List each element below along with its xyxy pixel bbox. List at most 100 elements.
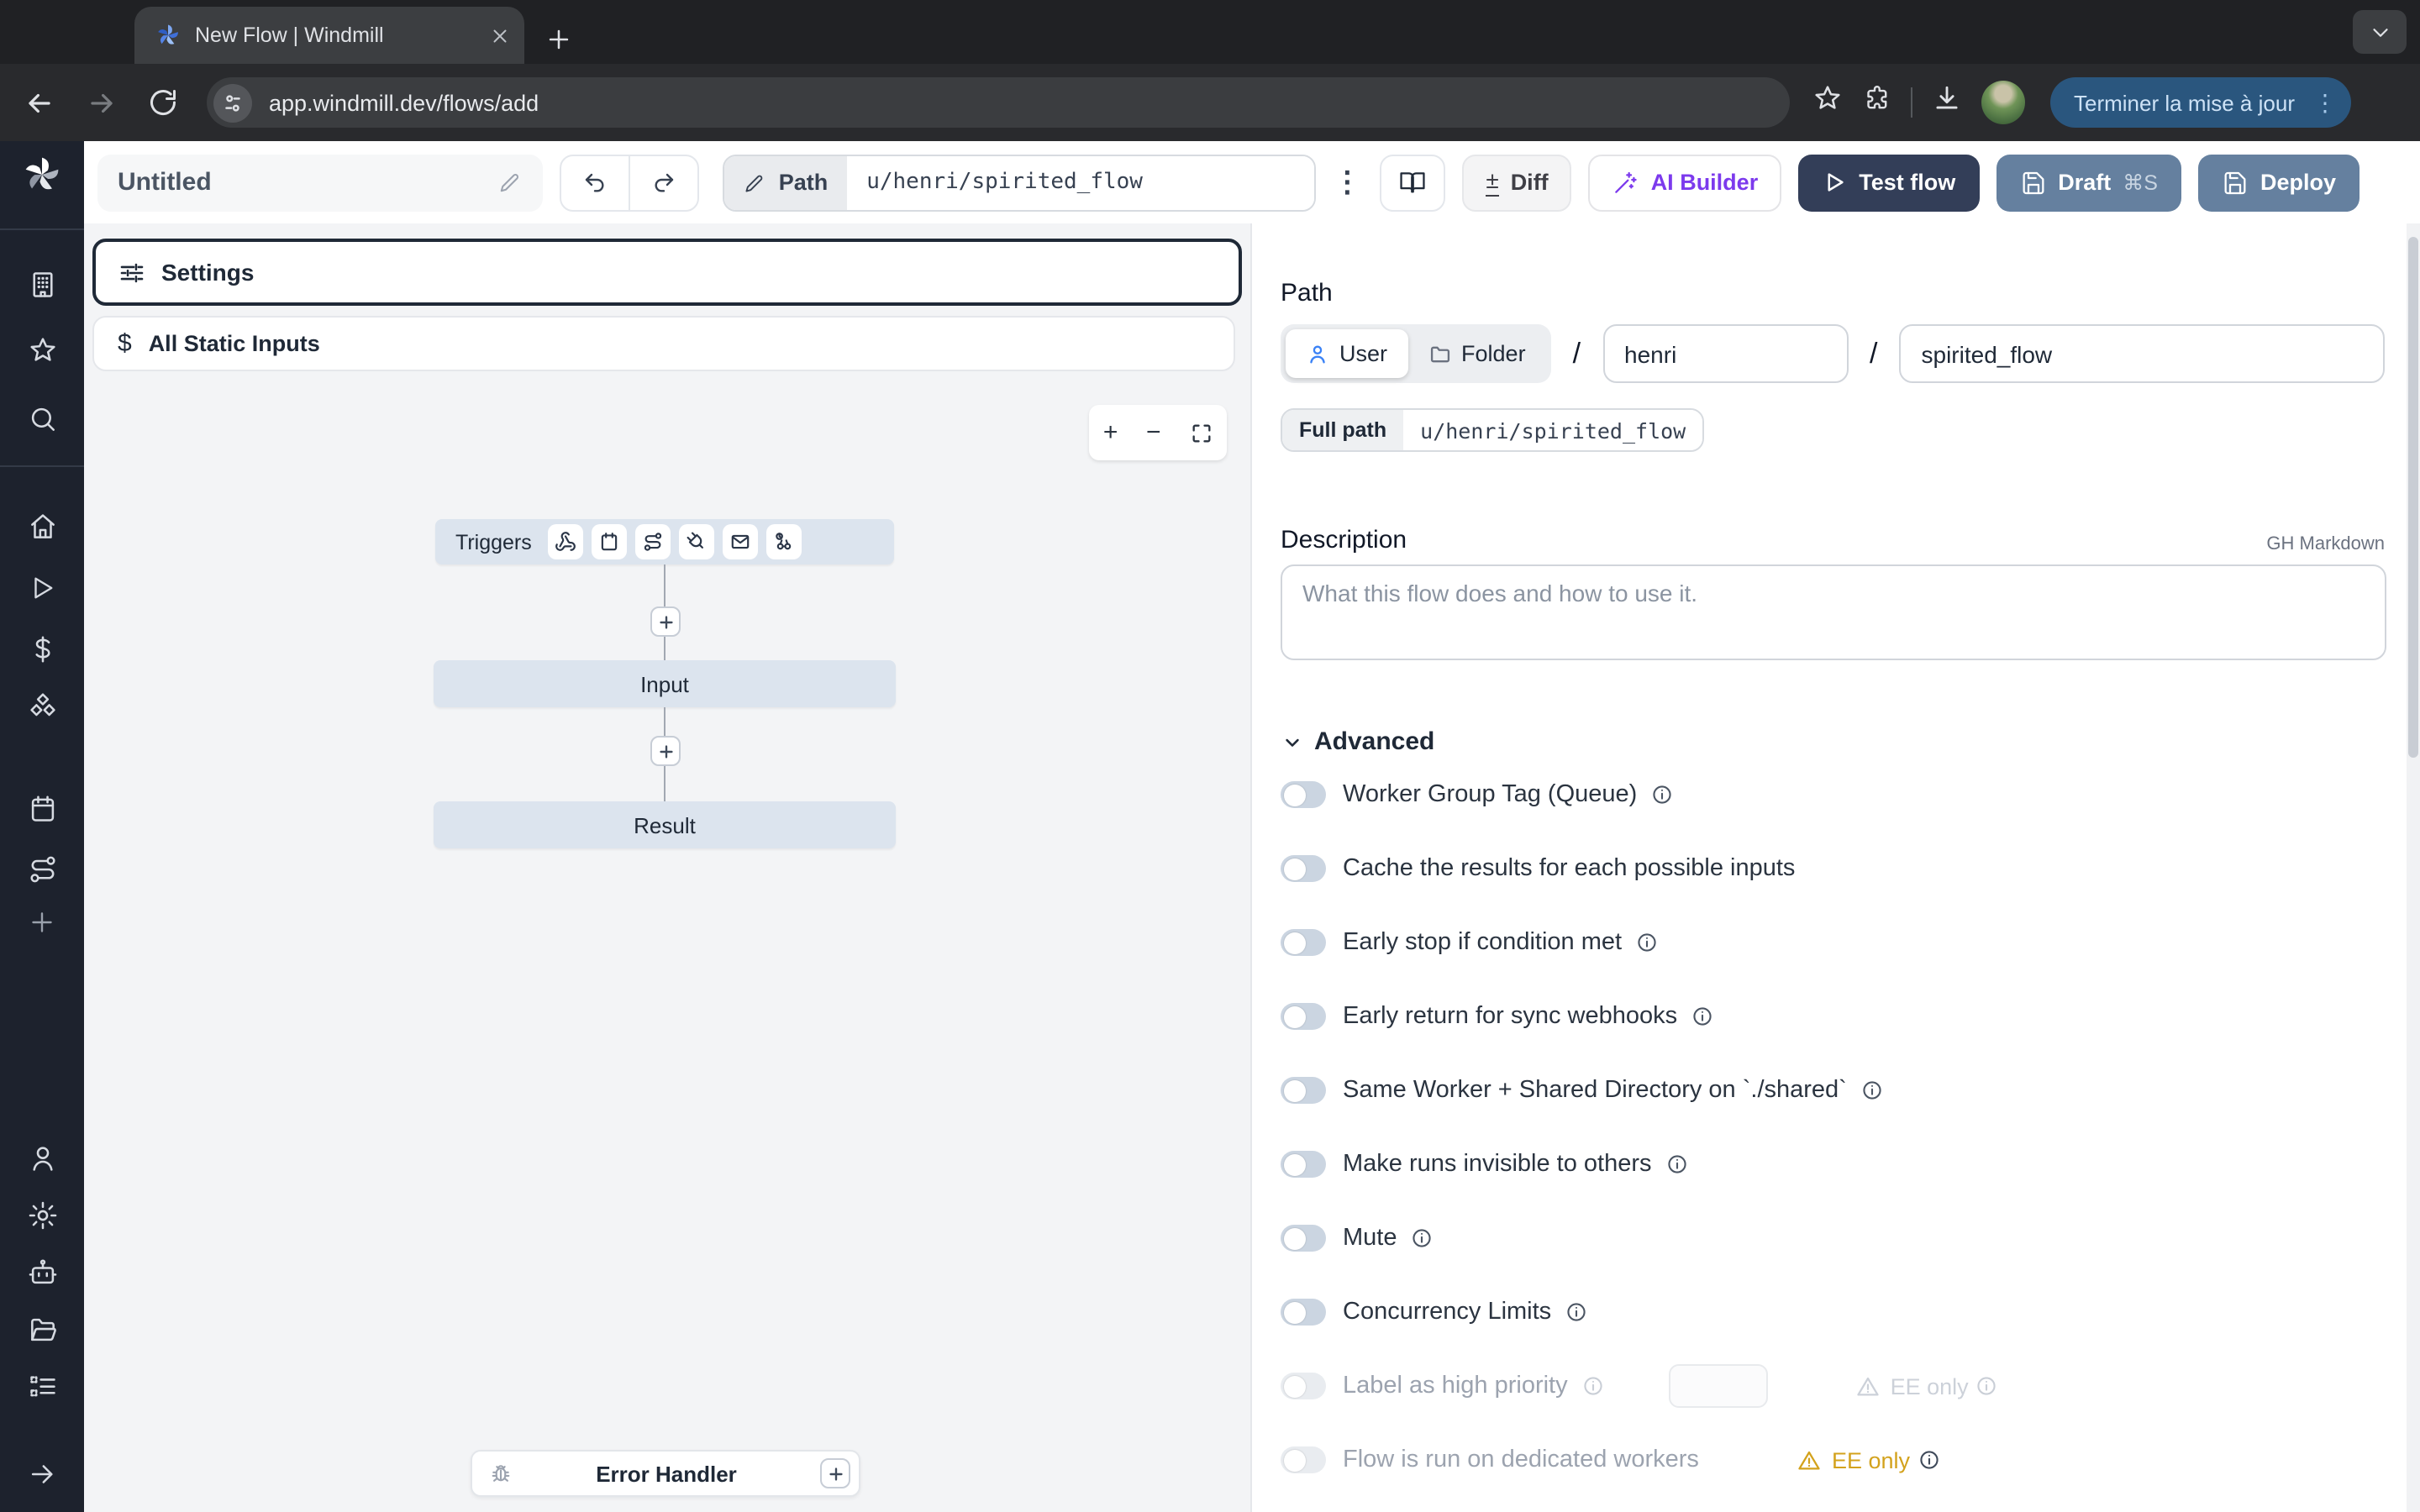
undo-icon xyxy=(582,169,609,196)
sidebar-folders-button[interactable] xyxy=(12,1305,72,1352)
bookmark-button[interactable] xyxy=(1812,82,1844,123)
info-icon[interactable] xyxy=(1565,1300,1588,1324)
input-node[interactable]: Input xyxy=(434,660,896,707)
site-settings-icon[interactable] xyxy=(213,83,252,122)
more-menu-button[interactable]: ⋮ xyxy=(1333,165,1363,199)
deploy-button[interactable]: Deploy xyxy=(2198,154,2360,211)
info-icon[interactable] xyxy=(1665,1152,1689,1176)
downloads-button[interactable] xyxy=(1931,82,1963,123)
toggle-row-early-stop: Early stop if condition met xyxy=(1281,919,2385,966)
owner-user-option[interactable]: User xyxy=(1286,329,1407,378)
error-handler-node[interactable]: Error Handler xyxy=(471,1450,860,1497)
sidebar-resources-button[interactable] xyxy=(12,684,72,731)
redo-button[interactable] xyxy=(629,154,700,211)
panel-scrollbar[interactable] xyxy=(2407,223,2420,1512)
test-flow-button[interactable]: Test flow xyxy=(1798,154,1979,211)
sidebar-settings-button[interactable] xyxy=(12,1191,72,1238)
toggle-switch[interactable] xyxy=(1281,1003,1326,1030)
tab-search-button[interactable] xyxy=(2353,10,2407,54)
poll-trigger-button[interactable] xyxy=(767,524,802,559)
insert-step-button[interactable] xyxy=(650,606,681,637)
flow-name-box[interactable]: Untitled xyxy=(97,154,544,211)
edge-line xyxy=(664,766,666,801)
all-static-inputs-button[interactable]: $ All Static Inputs xyxy=(92,316,1235,371)
info-icon[interactable] xyxy=(1411,1226,1434,1250)
avatar[interactable] xyxy=(1981,81,2025,124)
toggle-switch[interactable] xyxy=(1281,1151,1326,1178)
play-icon xyxy=(27,573,57,603)
sidebar-add-button[interactable] xyxy=(12,899,72,946)
zoom-in-button[interactable]: + xyxy=(1103,420,1118,445)
save-icon xyxy=(2222,169,2249,196)
toggle-switch[interactable] xyxy=(1281,1225,1326,1252)
forward-button[interactable] xyxy=(76,77,126,128)
sidebar-workers-button[interactable] xyxy=(12,1248,72,1295)
add-error-handler-button[interactable] xyxy=(820,1458,850,1488)
toggle-switch[interactable] xyxy=(1281,1446,1326,1473)
ai-builder-button[interactable]: AI Builder xyxy=(1589,154,1782,211)
reload-button[interactable] xyxy=(138,77,188,128)
sidebar-schedules-button[interactable] xyxy=(12,785,72,832)
owner-folder-option[interactable]: Folder xyxy=(1407,329,1546,378)
sidebar-runs-button[interactable] xyxy=(12,564,72,612)
info-icon[interactable] xyxy=(1635,931,1659,954)
path-input[interactable] xyxy=(846,155,1313,209)
email-trigger-button[interactable] xyxy=(723,524,759,559)
extensions-button[interactable] xyxy=(1862,83,1892,122)
back-button[interactable] xyxy=(13,77,64,128)
toggle-switch[interactable] xyxy=(1281,1077,1326,1104)
webhook-trigger-button[interactable] xyxy=(549,524,584,559)
edit-pencil-icon[interactable] xyxy=(498,170,523,195)
path-badge-label-wrap[interactable]: Path xyxy=(725,155,847,209)
browser-menu-icon[interactable]: ⋮ xyxy=(2313,88,2337,117)
priority-value-input[interactable] xyxy=(1669,1364,1768,1408)
sidebar-account-button[interactable] xyxy=(12,1134,72,1181)
sidebar-logs-button[interactable] xyxy=(12,1362,72,1410)
fit-view-button[interactable] xyxy=(1189,421,1213,444)
draft-button[interactable]: Draft ⌘S xyxy=(1996,154,2181,211)
flow-canvas[interactable]: Settings $ All Static Inputs + − Trigger… xyxy=(84,223,1250,1512)
info-icon[interactable] xyxy=(1691,1005,1714,1028)
webhook-icon xyxy=(555,531,577,553)
toggle-switch[interactable] xyxy=(1281,855,1326,882)
url-bar[interactable]: app.windmill.dev/flows/add xyxy=(207,77,1790,128)
info-icon[interactable] xyxy=(1581,1374,1605,1398)
windmill-logo[interactable] xyxy=(12,151,72,198)
sidebar-workspace-button[interactable] xyxy=(12,260,72,307)
toggle-switch[interactable] xyxy=(1281,1373,1326,1399)
toggle-switch[interactable] xyxy=(1281,1299,1326,1326)
flow-path-name-input[interactable] xyxy=(1900,324,2386,383)
diff-button[interactable]: ± Diff xyxy=(1462,154,1571,211)
flow-toolbar: Untitled Path ⋮ ± xyxy=(84,141,2420,223)
route-trigger-button[interactable] xyxy=(636,524,671,559)
schedule-trigger-button[interactable] xyxy=(592,524,628,559)
settings-panel-button[interactable]: Settings xyxy=(92,239,1242,306)
sidebar-expand-button[interactable] xyxy=(12,1450,72,1497)
sidebar-variables-button[interactable] xyxy=(12,625,72,672)
info-icon[interactable] xyxy=(1917,1448,1940,1472)
new-tab-button[interactable] xyxy=(544,25,573,54)
owner-input[interactable] xyxy=(1602,324,1848,383)
sidebar-favorites-button[interactable] xyxy=(12,326,72,373)
browser-update-button[interactable]: Terminer la mise à jour ⋮ xyxy=(2050,77,2350,128)
scrollbar-thumb[interactable] xyxy=(2408,237,2418,758)
sidebar-home-button[interactable] xyxy=(12,502,72,549)
toggle-switch[interactable] xyxy=(1281,929,1326,956)
result-node[interactable]: Result xyxy=(434,801,896,848)
undo-button[interactable] xyxy=(560,154,631,211)
zoom-out-button[interactable]: − xyxy=(1146,420,1161,445)
websocket-trigger-button[interactable] xyxy=(680,524,715,559)
insert-step-button[interactable] xyxy=(650,736,681,766)
browser-tab[interactable]: New Flow | Windmill xyxy=(134,7,524,64)
docs-button[interactable] xyxy=(1379,154,1445,211)
toggle-switch[interactable] xyxy=(1281,781,1326,808)
sidebar-flows-button[interactable] xyxy=(12,845,72,892)
tab-close-button[interactable] xyxy=(489,24,511,46)
info-icon[interactable] xyxy=(1860,1079,1884,1102)
description-textarea[interactable] xyxy=(1281,564,2386,660)
advanced-section-header[interactable]: Advanced xyxy=(1281,727,2385,756)
sidebar-search-button[interactable] xyxy=(12,395,72,442)
info-icon[interactable] xyxy=(1650,783,1674,806)
info-icon[interactable] xyxy=(1975,1374,1999,1398)
triggers-node[interactable]: Triggers xyxy=(435,519,894,564)
